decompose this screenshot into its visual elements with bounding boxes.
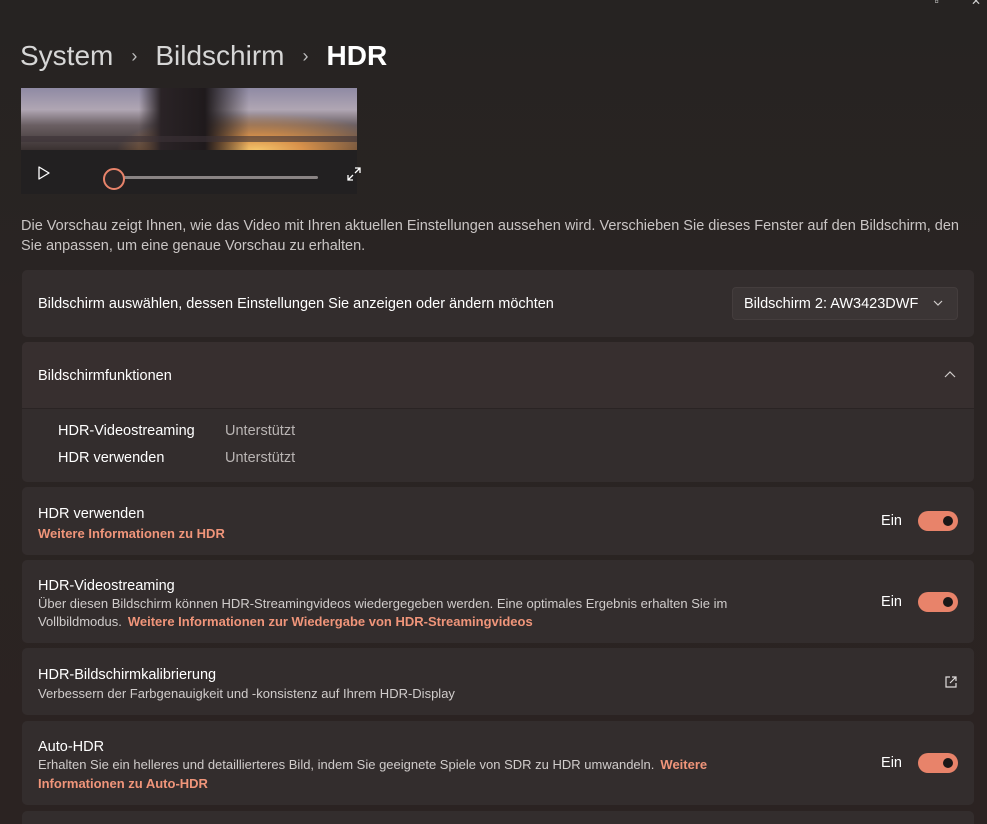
- use-hdr-title: HDR verwenden: [38, 506, 145, 522]
- capability-name: HDR verwenden: [58, 450, 165, 466]
- hdr-video-toggle-area: Ein: [881, 592, 958, 612]
- capabilities-header[interactable]: Bildschirmfunktionen: [22, 342, 974, 409]
- chevron-right-icon: ›: [302, 45, 309, 66]
- use-hdr-card: HDR verwenden Weitere Informationen zu H…: [22, 487, 974, 555]
- auto-hdr-desc: Erhalten Sie ein helleres und detaillier…: [38, 757, 655, 772]
- use-hdr-toggle-area: Ein: [881, 511, 958, 531]
- auto-hdr-state: Ein: [881, 755, 902, 771]
- auto-hdr-link-1[interactable]: Weitere: [660, 756, 707, 774]
- hdr-video-desc-2: Vollbildmodus.: [38, 614, 122, 629]
- breadcrumb: System › Bildschirm › HDR: [20, 38, 387, 74]
- breadcrumb-hdr: HDR: [326, 40, 388, 71]
- chevron-up-icon[interactable]: [944, 370, 956, 380]
- auto-hdr-title: Auto-HDR: [38, 739, 105, 755]
- hdr-video-title: HDR-Videostreaming: [38, 578, 175, 594]
- hdr-video-preview: [21, 88, 361, 194]
- auto-hdr-toggle[interactable]: [918, 753, 958, 773]
- capability-value: Unterstützt: [225, 423, 296, 439]
- seek-thumb[interactable]: [103, 168, 125, 190]
- chevron-right-icon: ›: [131, 45, 138, 66]
- use-hdr-toggle[interactable]: [918, 511, 958, 531]
- display-select-label: Bildschirm auswählen, dessen Einstellung…: [38, 296, 554, 312]
- display-select-card: Bildschirm auswählen, dessen Einstellung…: [22, 270, 974, 337]
- auto-hdr-link-2[interactable]: Informationen zu Auto-HDR: [38, 776, 208, 791]
- maximize-icon[interactable]: ▫: [935, 0, 939, 8]
- capabilities-title: Bildschirmfunktionen: [38, 368, 172, 384]
- calibration-title: HDR-Bildschirmkalibrierung: [38, 667, 217, 683]
- capability-value: Unterstützt: [225, 450, 296, 466]
- window-controls: ▫ ✕: [935, 0, 981, 8]
- display-dropdown[interactable]: Bildschirm 2: AW3423DWF: [732, 287, 958, 320]
- auto-hdr-card: Auto-HDR Erhalten Sie ein helleres und d…: [22, 721, 974, 805]
- capability-row: HDR verwenden Unterstützt: [58, 450, 295, 466]
- breadcrumb-system[interactable]: System: [20, 40, 113, 72]
- hdr-video-state: Ein: [881, 594, 902, 610]
- preview-note: Die Vorschau zeigt Ihnen, wie das Video …: [21, 218, 959, 254]
- hdr-video-link[interactable]: Weitere Informationen zur Wiedergabe von…: [128, 613, 533, 631]
- play-icon[interactable]: [37, 166, 51, 180]
- capability-name: HDR-Videostreaming: [58, 423, 195, 439]
- hdr-video-desc: Über diesen Bildschirm können HDR-Stream…: [38, 596, 728, 611]
- next-card: [22, 811, 974, 824]
- use-hdr-state: Ein: [881, 513, 902, 529]
- close-icon[interactable]: ✕: [971, 0, 981, 8]
- hdr-video-toggle[interactable]: [918, 592, 958, 612]
- fullscreen-icon[interactable]: [346, 166, 362, 182]
- capability-row: HDR-Videostreaming Unterstützt: [58, 423, 295, 439]
- breadcrumb-bildschirm[interactable]: Bildschirm: [155, 40, 284, 72]
- use-hdr-link[interactable]: Weitere Informationen zu HDR: [38, 526, 225, 541]
- auto-hdr-toggle-area: Ein: [881, 753, 958, 773]
- calibration-desc: Verbessern der Farbgenauigkeit und -kons…: [38, 686, 455, 701]
- display-dropdown-value: Bildschirm 2: AW3423DWF: [744, 295, 919, 312]
- hdr-video-card: HDR-Videostreaming Über diesen Bildschir…: [22, 560, 974, 643]
- calibration-card[interactable]: HDR-Bildschirmkalibrierung Verbessern de…: [22, 648, 974, 715]
- video-controls: [21, 150, 361, 194]
- external-link-icon[interactable]: [944, 675, 958, 689]
- video-frame: [21, 88, 357, 150]
- seek-track[interactable]: [107, 176, 318, 179]
- chevron-down-icon: [933, 300, 943, 306]
